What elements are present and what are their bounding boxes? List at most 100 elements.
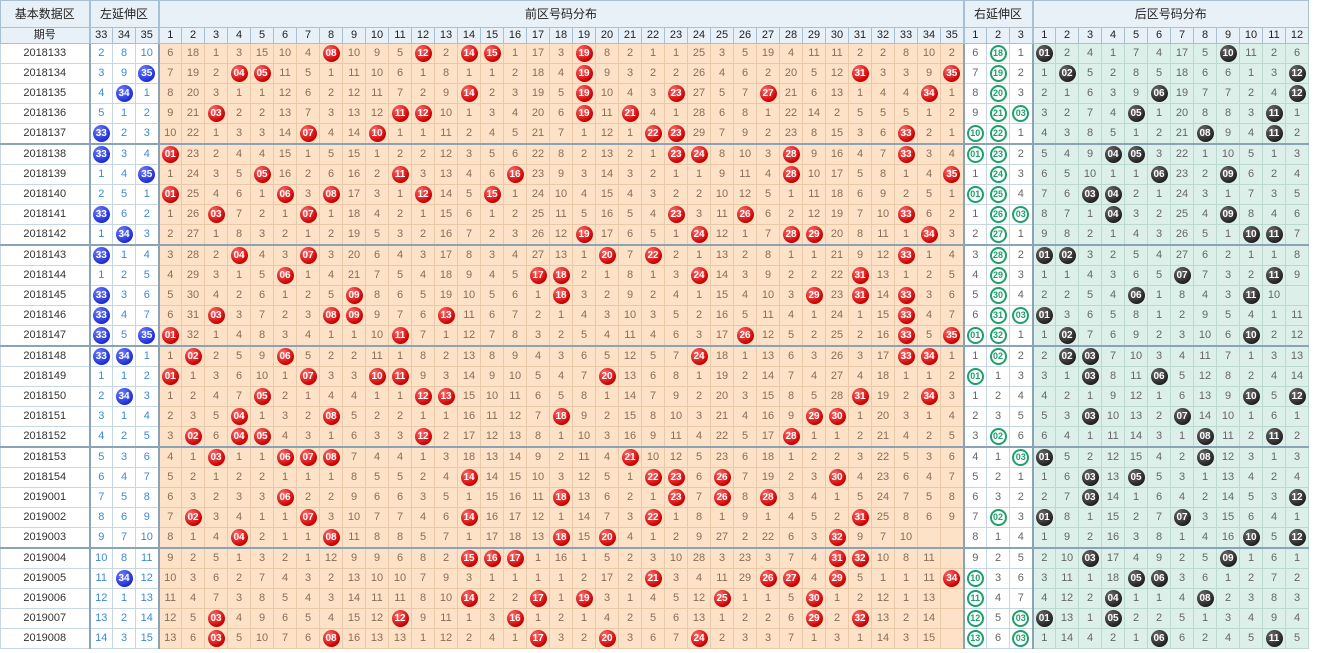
front-zone-cell: 8 (710, 143, 734, 165)
back-zone-cell: 10 (1239, 527, 1263, 549)
back-zone-cell: 9 (1055, 527, 1079, 549)
back-ball: 05 (1104, 609, 1122, 627)
back-zone-cell: 3 (1262, 184, 1286, 205)
back-zone-cell: 4 (1239, 123, 1263, 145)
front-zone-cell: 15 (825, 123, 849, 145)
front-zone-cell: 17 (480, 527, 504, 549)
front-zone-cell: 7 (480, 325, 504, 347)
back-zone-cell: 2 (1078, 224, 1102, 246)
front-zone-cell: 9 (756, 265, 780, 286)
table-row: 2019006 12 1 13 11 4 7 3 8 5 4 3 14 11 11 8 10 14 2 2 17 1 19 3… (0, 588, 1309, 609)
front-zone-cell: 1 (296, 547, 320, 569)
front-zone-cell: 4 (894, 426, 918, 448)
front-zone-cell: 5 (618, 204, 642, 225)
back-zone-cell: 6 (1193, 244, 1217, 266)
back-zone-cell: 5 (1239, 143, 1263, 165)
front-zone-cell: 34 (917, 83, 941, 104)
front-zone-cell: 22 (641, 507, 665, 528)
front-ball: 11 (391, 326, 409, 344)
back-zone-cell: 01 (1031, 608, 1056, 629)
table-row: 2018142 1 34 3 2 27 1 8 3 2 1 2 19 5 3 2 16 7 2 3 26 12 19 17 6 5… (0, 224, 1309, 246)
left-extension-cell: 8 (88, 507, 113, 528)
front-col-header: 4 (227, 27, 251, 44)
front-zone-cell: 13 (434, 305, 458, 326)
front-zone-cell: 4 (549, 366, 573, 387)
front-col-header: 1 (157, 27, 182, 44)
front-zone-cell: 1 (388, 184, 412, 205)
front-zone-cell: 1 (457, 608, 481, 629)
issue-number: 2018133 (0, 43, 90, 64)
right-extension-cell: 21 (986, 103, 1010, 124)
front-zone-cell: 7 (503, 305, 527, 326)
front-zone-cell: 14 (572, 507, 596, 528)
back-zone-cell: 4 (1193, 204, 1217, 225)
back-ball: 01 (1035, 246, 1053, 264)
front-ball: 31 (851, 266, 869, 284)
back-zone-header: 后区号码分布 (1031, 0, 1309, 28)
front-zone-cell: 2 (618, 547, 642, 569)
front-zone-cell: 7 (871, 143, 895, 165)
back-zone-cell: 2 (1055, 43, 1079, 64)
back-zone-cell: 4 (1170, 588, 1194, 609)
front-zone-cell: 8 (595, 43, 619, 64)
front-zone-cell: 2 (756, 123, 780, 145)
back-zone-cell: 1 (1078, 507, 1102, 528)
front-ball: 18 (552, 407, 570, 425)
front-ball: 24 (690, 225, 708, 243)
front-ball: 20 (598, 629, 616, 647)
back-zone-cell: 5 (1170, 366, 1194, 387)
front-zone-cell: 1 (503, 43, 527, 64)
back-ball: 09 (1219, 165, 1237, 183)
front-zone-cell: 11 (388, 588, 412, 609)
front-zone-cell: 10 (664, 547, 688, 569)
front-col-header: 27 (756, 27, 780, 44)
back-ball: 11 (1265, 104, 1283, 122)
back-ball: 02 (1058, 326, 1076, 344)
front-zone-cell: 6 (802, 83, 826, 104)
front-zone-cell: 5 (457, 184, 481, 205)
back-zone-cell: 3 (1055, 406, 1079, 427)
front-zone-cell: 1 (157, 204, 182, 225)
left-extension-cell: 34 (112, 224, 136, 246)
front-zone-cell: 7 (365, 265, 389, 286)
back-zone-cell: 5 (1031, 406, 1056, 427)
front-zone-cell: 10 (434, 588, 458, 609)
front-zone-cell: 24 (687, 224, 711, 246)
front-zone-cell: 6 (434, 507, 458, 528)
front-ball: 12 (414, 185, 432, 203)
back-zone-cell: 5 (1285, 628, 1309, 649)
front-zone-cell: 5 (710, 83, 734, 104)
left-extension-cell: 15 (135, 628, 159, 649)
front-ball: 19 (575, 84, 593, 102)
table-row: 2018147 33 5 35 01 32 1 4 8 3 4 1 1 10 11 7 1 12 7 8 3 2 5 4 11 4… (0, 325, 1309, 347)
back-zone-cell: 6 (1239, 507, 1263, 528)
front-zone-cell: 1 (181, 446, 205, 468)
front-zone-cell: 14 (457, 588, 481, 609)
front-ball: 33 (897, 124, 915, 142)
front-zone-cell: 21 (618, 103, 642, 124)
front-zone-cell: 10 (572, 426, 596, 448)
back-zone-cell: 2 (1239, 568, 1263, 589)
front-ball: 31 (851, 508, 869, 526)
front-zone-cell: 06 (273, 184, 297, 205)
front-ball: 33 (897, 306, 915, 324)
front-zone-cell: 3 (227, 305, 251, 326)
left-ball: 34 (115, 347, 133, 365)
front-zone-cell: 3 (756, 628, 780, 649)
front-zone-cell: 17 (710, 325, 734, 347)
front-zone-cell: 5 (733, 426, 757, 448)
back-ball: 12 (1288, 64, 1306, 82)
front-ball: 29 (805, 609, 823, 627)
front-zone-cell: 4 (204, 386, 228, 407)
back-zone-cell: 3 (1101, 83, 1125, 104)
front-zone-cell: 6 (480, 305, 504, 326)
back-ball: 06 (1150, 84, 1168, 102)
right-ball: 01 (966, 185, 984, 203)
right-extension-cell: 2 (986, 386, 1010, 407)
back-ball: 09 (1219, 205, 1237, 223)
front-zone-cell: 3 (204, 164, 228, 185)
front-zone-cell: 15 (434, 204, 458, 225)
front-zone-cell: 2 (917, 123, 941, 145)
front-ball: 04 (230, 528, 248, 546)
front-zone-cell: 8 (503, 325, 527, 347)
